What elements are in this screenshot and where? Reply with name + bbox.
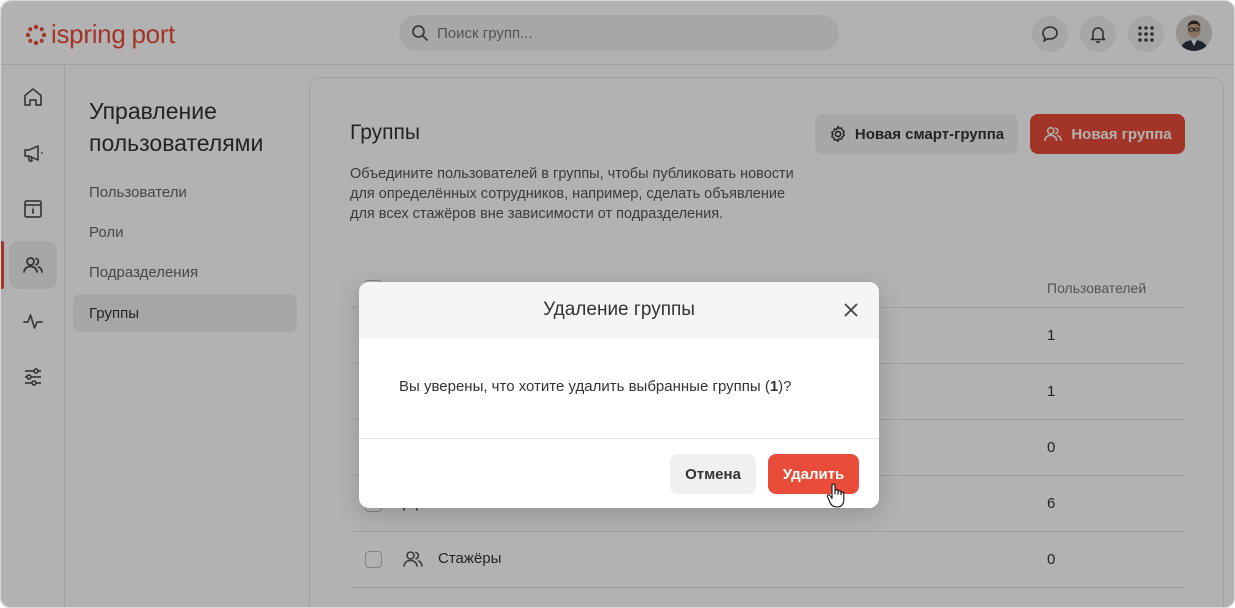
app-window: ispring port Поиск групп... Управление п… xyxy=(0,0,1235,608)
dialog-header: Удаление группы xyxy=(359,282,879,338)
hand-cursor-icon xyxy=(826,483,845,508)
delete-group-dialog: Удаление группы Вы уверены, что хотите у… xyxy=(359,282,879,508)
dialog-message-count: 1 xyxy=(769,378,779,395)
cancel-button[interactable]: Отмена xyxy=(670,454,756,494)
dialog-message-prefix: Вы уверены, что хотите удалить выбранные… xyxy=(399,378,770,395)
dialog-divider xyxy=(359,438,879,439)
close-icon xyxy=(844,303,858,317)
dialog-title: Удаление группы xyxy=(543,299,695,320)
dialog-message: Вы уверены, что хотите удалить выбранные… xyxy=(399,378,792,395)
dialog-close-button[interactable] xyxy=(841,300,861,320)
dialog-message-suffix: )? xyxy=(778,378,792,395)
